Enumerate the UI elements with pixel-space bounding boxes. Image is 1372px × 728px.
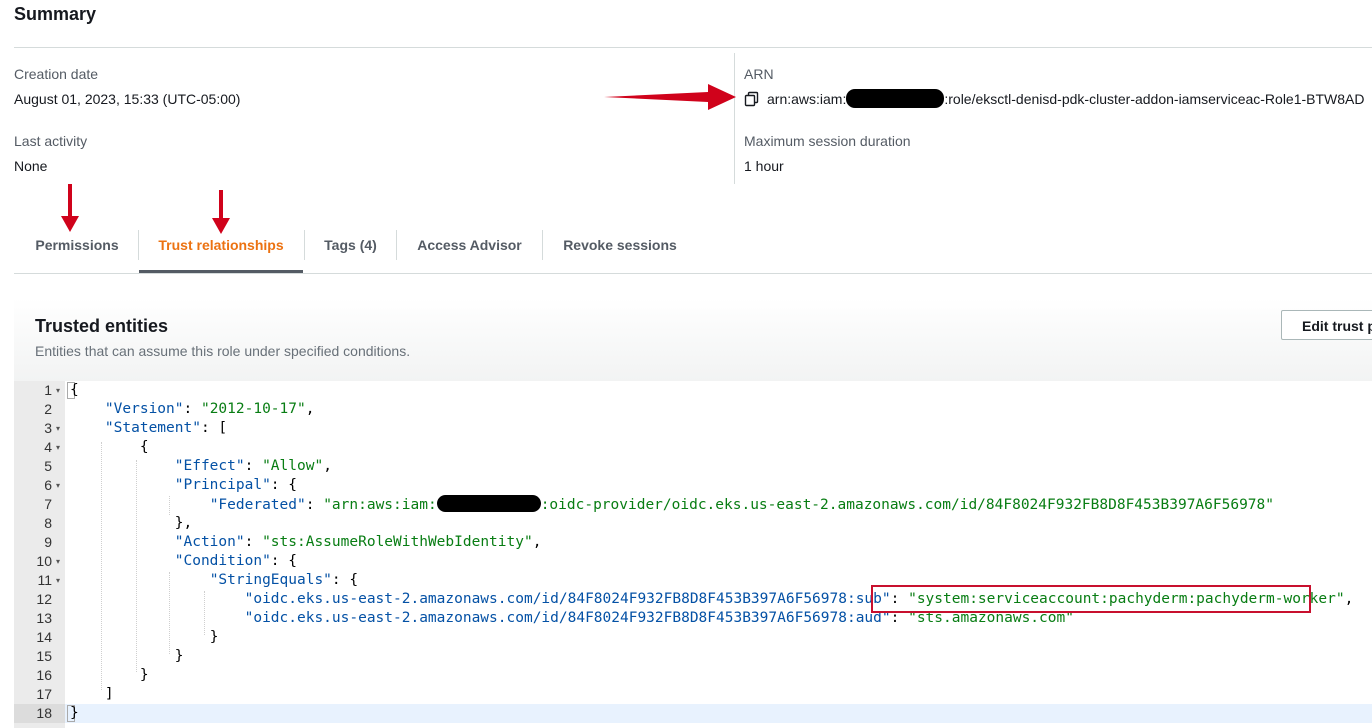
- arn-suffix: :role/eksctl-denisd-pdk-cluster-addon-ia…: [944, 90, 1365, 107]
- json-string: "Allow": [262, 458, 324, 474]
- code-line: }: [174, 648, 184, 664]
- line-number: 1: [44, 382, 52, 398]
- line-number: 2: [44, 401, 52, 417]
- tab-access-advisor[interactable]: Access Advisor: [397, 226, 542, 273]
- line-number: 16: [36, 667, 52, 683]
- redaction-bar: [846, 89, 945, 108]
- copy-icon[interactable]: [744, 91, 760, 107]
- json-key: "Effect": [174, 458, 245, 474]
- tab-revoke-sessions[interactable]: Revoke sessions: [543, 226, 697, 273]
- line-number: 11: [37, 572, 52, 588]
- fold-toggle-icon[interactable]: ▾: [56, 571, 60, 590]
- active-line-highlight: [65, 704, 1372, 723]
- json-string: "arn:aws:iam:: [323, 497, 437, 513]
- arn-label: ARN: [744, 66, 774, 82]
- trusted-entities-title: Trusted entities: [35, 316, 169, 336]
- code-line: }: [70, 705, 79, 721]
- code-line: {: [70, 381, 79, 400]
- code-line: "Effect": "Allow",: [174, 458, 332, 474]
- annotation-arrow-arn: [604, 84, 736, 110]
- code-token: {: [70, 382, 79, 398]
- fold-toggle-icon[interactable]: ▾: [56, 381, 60, 400]
- json-string: "sts:AssumeRoleWithWebIdentity": [262, 534, 533, 550]
- fold-toggle-icon[interactable]: ▾: [56, 419, 60, 438]
- tab-bar: Permissions Trust relationships Tags (4)…: [14, 226, 1372, 274]
- line-number: 12: [36, 591, 52, 607]
- annotation-highlight-box: [871, 585, 1311, 613]
- json-key: "oidc.eks.us-east-2.amazonaws.com/id/84F…: [244, 610, 891, 626]
- code-line: "StringEquals": {: [209, 572, 359, 588]
- line-number: 7: [44, 496, 52, 512]
- line-number: 4: [44, 439, 52, 455]
- code-line: "Statement": [: [104, 420, 228, 436]
- last-activity-label: Last activity: [14, 133, 88, 149]
- line-number: 15: [36, 648, 52, 664]
- json-string: :oidc-provider/oidc.eks.us-east-2.amazon…: [540, 497, 1274, 513]
- line-number: 17: [36, 686, 52, 702]
- line-number: 5: [44, 458, 52, 474]
- line-number: 3: [44, 420, 52, 436]
- line-number: 9: [44, 534, 52, 550]
- line-number: 10: [36, 553, 52, 569]
- max-session-value: 1 hour: [744, 158, 784, 174]
- edit-trust-policy-button[interactable]: Edit trust p: [1281, 310, 1372, 340]
- arn-prefix: arn:aws:iam:: [767, 90, 847, 107]
- tabs-underline: [14, 273, 1372, 274]
- tab-tags[interactable]: Tags (4): [305, 226, 396, 273]
- tab-trust-relationships[interactable]: Trust relationships: [139, 226, 303, 273]
- code-line: "Federated": "arn:aws:iam::oidc-provider…: [209, 495, 1274, 513]
- last-activity-value: None: [14, 158, 48, 174]
- code-line: }: [139, 667, 149, 683]
- trusted-entities-subtitle: Entities that can assume this role under…: [35, 343, 411, 359]
- redaction-bar: [436, 495, 541, 512]
- line-number: 14: [36, 629, 52, 645]
- summary-divider: [14, 47, 1372, 48]
- code-line: "Condition": {: [174, 553, 297, 569]
- json-key: "Federated": [209, 497, 306, 513]
- json-string: "2012-10-17": [200, 401, 306, 417]
- json-key: "Statement": [104, 420, 201, 436]
- fold-toggle-icon[interactable]: ▾: [56, 552, 60, 571]
- tab-permissions[interactable]: Permissions: [16, 226, 138, 273]
- summary-title: Summary: [14, 4, 97, 24]
- line-number: 13: [36, 610, 52, 626]
- code-line: "Action": "sts:AssumeRoleWithWebIdentity…: [174, 534, 542, 550]
- line-number: 8: [44, 515, 52, 531]
- max-session-label: Maximum session duration: [744, 133, 911, 149]
- fold-toggle-icon[interactable]: ▾: [56, 438, 60, 457]
- code-line: {: [139, 439, 149, 455]
- json-key: "oidc.eks.us-east-2.amazonaws.com/id/84F…: [244, 591, 891, 607]
- json-key: "Condition": [174, 553, 271, 569]
- column-divider: [734, 53, 735, 184]
- json-key: "StringEquals": [209, 572, 332, 588]
- code-line: "Principal": {: [174, 477, 297, 493]
- code-line: },: [174, 515, 193, 531]
- json-key: "Action": [174, 534, 245, 550]
- trusted-entities-header: [14, 298, 1372, 382]
- json-key: "Principal": [174, 477, 271, 493]
- creation-date-value: August 01, 2023, 15:33 (UTC-05:00): [14, 91, 241, 107]
- fold-toggle-icon[interactable]: ▾: [56, 476, 60, 495]
- code-line: ]: [104, 686, 114, 702]
- line-number: 18: [36, 705, 52, 721]
- json-key: "Version": [104, 401, 184, 417]
- line-number: 6: [44, 477, 52, 493]
- arn-value-row: arn:aws:iam: :role/eksctl-denisd-pdk-clus…: [744, 89, 1365, 108]
- code-line: }: [209, 629, 219, 645]
- creation-date-label: Creation date: [14, 66, 99, 82]
- code-line: "Version": "2012-10-17",: [104, 401, 315, 417]
